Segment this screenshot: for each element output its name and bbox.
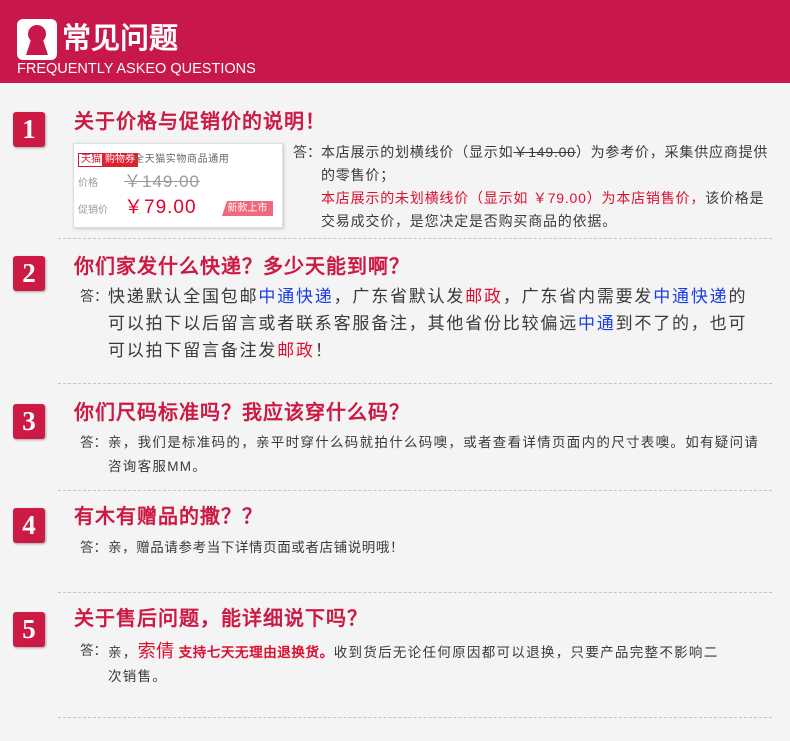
faq-number: 5 [22, 614, 36, 644]
brand-name: 索倩 [137, 641, 175, 661]
faq-number-badge: 4 [13, 508, 45, 543]
dashed-divider [58, 717, 772, 718]
answer-text: ）为参考价，采集供应商提供 [575, 144, 769, 160]
highlight-text: 本店展示的未划横线价（显示如 ￥79.00）为本店销售价， [321, 190, 706, 206]
price-label: 价格 [78, 178, 98, 189]
faq-number-badge: 3 [13, 404, 45, 439]
answer-label: 答： [80, 540, 107, 555]
answer-line: 亲，我们是标准码的，亲平时穿什么码就拍什么码噢，或者查看详情页面内的尺寸表噢。如… [108, 431, 759, 455]
dashed-divider [58, 238, 772, 239]
answer-text: 快递默认全国包邮 [108, 287, 259, 306]
courier-name: 中通 [578, 314, 616, 333]
reference-price-text: ￥149.00 [513, 144, 576, 160]
header-subtitle: FREQUENTLY ASKEO QUESTIONS [17, 61, 256, 77]
faq-answer: 快递默认全国包邮 中通快递 ，广东省默认发 邮政 ，广东省内需要发 中通快递 的… [108, 283, 747, 364]
faq-number-badge: 5 [13, 612, 45, 647]
coupon-tag: 购物券 [102, 153, 138, 167]
faq-number-badge: 2 [13, 256, 45, 291]
dashed-divider [58, 383, 772, 384]
answer-text: 的零售价； [321, 167, 395, 183]
answer-text: 亲， [108, 645, 138, 660]
faq-question: 关于价格与促销价的说明！ [74, 111, 326, 133]
faq-question: 关于售后问题，能详细说下吗？ [74, 608, 368, 630]
courier-name: 邮政 [277, 341, 315, 360]
faq-header: 常见问题 FREQUENTLY ASKEO QUESTIONS [0, 0, 790, 83]
faq-number: 2 [22, 258, 36, 288]
faq-question: 你们家发什么快递？多少天能到啊？ [74, 256, 410, 278]
answer-text: 亲，我们是标准码的，亲平时穿什么码就拍什么码噢，或者查看详情页面内的尺寸表噢。如… [108, 435, 760, 450]
faq-question: 有木有赠品的撒？？ [74, 506, 263, 528]
faq-answer: 亲，赠品请参考当下详情页面或者店铺说明哦！ [108, 536, 404, 560]
answer-line: 本店展示的划横线价（显示如 ￥149.00 ）为参考价，采集供应商提供 [321, 141, 768, 164]
answer-text: 可以拍下留言备注发 [108, 341, 278, 360]
faq-answer: 亲， 索倩 支持七天无理由退换货。 收到货后无论任何原因都可以退换，只要产品完整… [108, 639, 719, 689]
faq-number: 4 [22, 510, 36, 540]
answer-line: 可以拍下以后留言或者联系客服备注，其他省份比较偏远 中通 到不了的，也可 [108, 310, 747, 337]
answer-line: 咨询客服MM。 [108, 455, 759, 479]
answer-text: ！ [314, 341, 334, 360]
answer-line: 亲， 索倩 支持七天无理由退换货。 收到货后无论任何原因都可以退换，只要产品完整… [108, 639, 719, 665]
answer-line: 次销售。 [108, 665, 719, 689]
answer-label: 答： [80, 643, 107, 658]
answer-line: 的零售价； [321, 164, 768, 187]
faq-number-badge: 1 [13, 112, 45, 147]
answer-line: 亲，赠品请参考当下详情页面或者店铺说明哦！ [108, 536, 404, 560]
promo-price: ￥79.00 [124, 197, 197, 218]
courier-name: 邮政 [465, 287, 503, 306]
keyhole-logo-icon [17, 19, 57, 60]
answer-label: 答： [80, 288, 108, 304]
answer-text: 亲，赠品请参考当下详情页面或者店铺说明哦！ [108, 540, 405, 555]
answer-line: 可以拍下留言备注发 邮政 ！ [108, 337, 747, 364]
courier-name: 中通快递 [258, 287, 334, 306]
answer-label: 答： [80, 435, 107, 450]
coupon-note: 全天猫实物商品通用 [134, 154, 230, 165]
faq-number: 3 [22, 406, 36, 436]
original-price: ￥149.00 [124, 172, 200, 191]
answer-text: ，广东省默认发 [333, 287, 466, 306]
answer-text: 次销售。 [108, 669, 168, 684]
price-example-card: 天猫 购物券 全天猫实物商品通用 价格 ￥149.00 促销价 ￥79.00 新… [73, 143, 283, 228]
faq-answer: 亲，我们是标准码的，亲平时穿什么码就拍什么码噢，或者查看详情页面内的尺寸表噢。如… [108, 431, 759, 479]
answer-text: 咨询客服MM。 [108, 459, 208, 474]
answer-text: 交易成交价，是您决定是否购买商品的依据。 [321, 213, 617, 229]
answer-text: 收到货后无论任何原因都可以退换，只要产品完整不影响二 [333, 645, 719, 660]
faq-number: 1 [22, 114, 36, 144]
answer-text: 可以拍下以后留言或者联系客服备注，其他省份比较偏远 [108, 314, 578, 333]
dashed-divider [58, 490, 772, 491]
faq-question: 你们尺码标准吗？我应该穿什么码？ [74, 402, 410, 424]
answer-text: ，广东省内需要发 [502, 287, 654, 306]
answer-label: 答： [293, 144, 321, 160]
return-policy-highlight: 支持七天无理由退换货。 [178, 645, 334, 660]
answer-text: 的 [728, 287, 748, 306]
answer-text: 本店展示的划横线价（显示如 [321, 144, 514, 160]
answer-text: 到不了的，也可 [615, 314, 748, 333]
header-title: 常见问题 [62, 23, 179, 55]
answer-line: 交易成交价，是您决定是否购买商品的依据。 [321, 210, 768, 233]
answer-line: 本店展示的未划横线价（显示如 ￥79.00）为本店销售价， 该价格是 [321, 187, 768, 210]
courier-name: 中通快递 [653, 287, 729, 306]
tmall-tag: 天猫 [78, 153, 104, 167]
dashed-divider [58, 592, 772, 593]
answer-text: 该价格是 [705, 190, 765, 206]
new-arrival-tag: 新款上市 [222, 201, 273, 216]
faq-answer: 本店展示的划横线价（显示如 ￥149.00 ）为参考价，采集供应商提供 的零售价… [321, 141, 768, 233]
promo-price-label: 促销价 [78, 205, 108, 216]
answer-line: 快递默认全国包邮 中通快递 ，广东省默认发 邮政 ，广东省内需要发 中通快递 的 [108, 283, 747, 310]
